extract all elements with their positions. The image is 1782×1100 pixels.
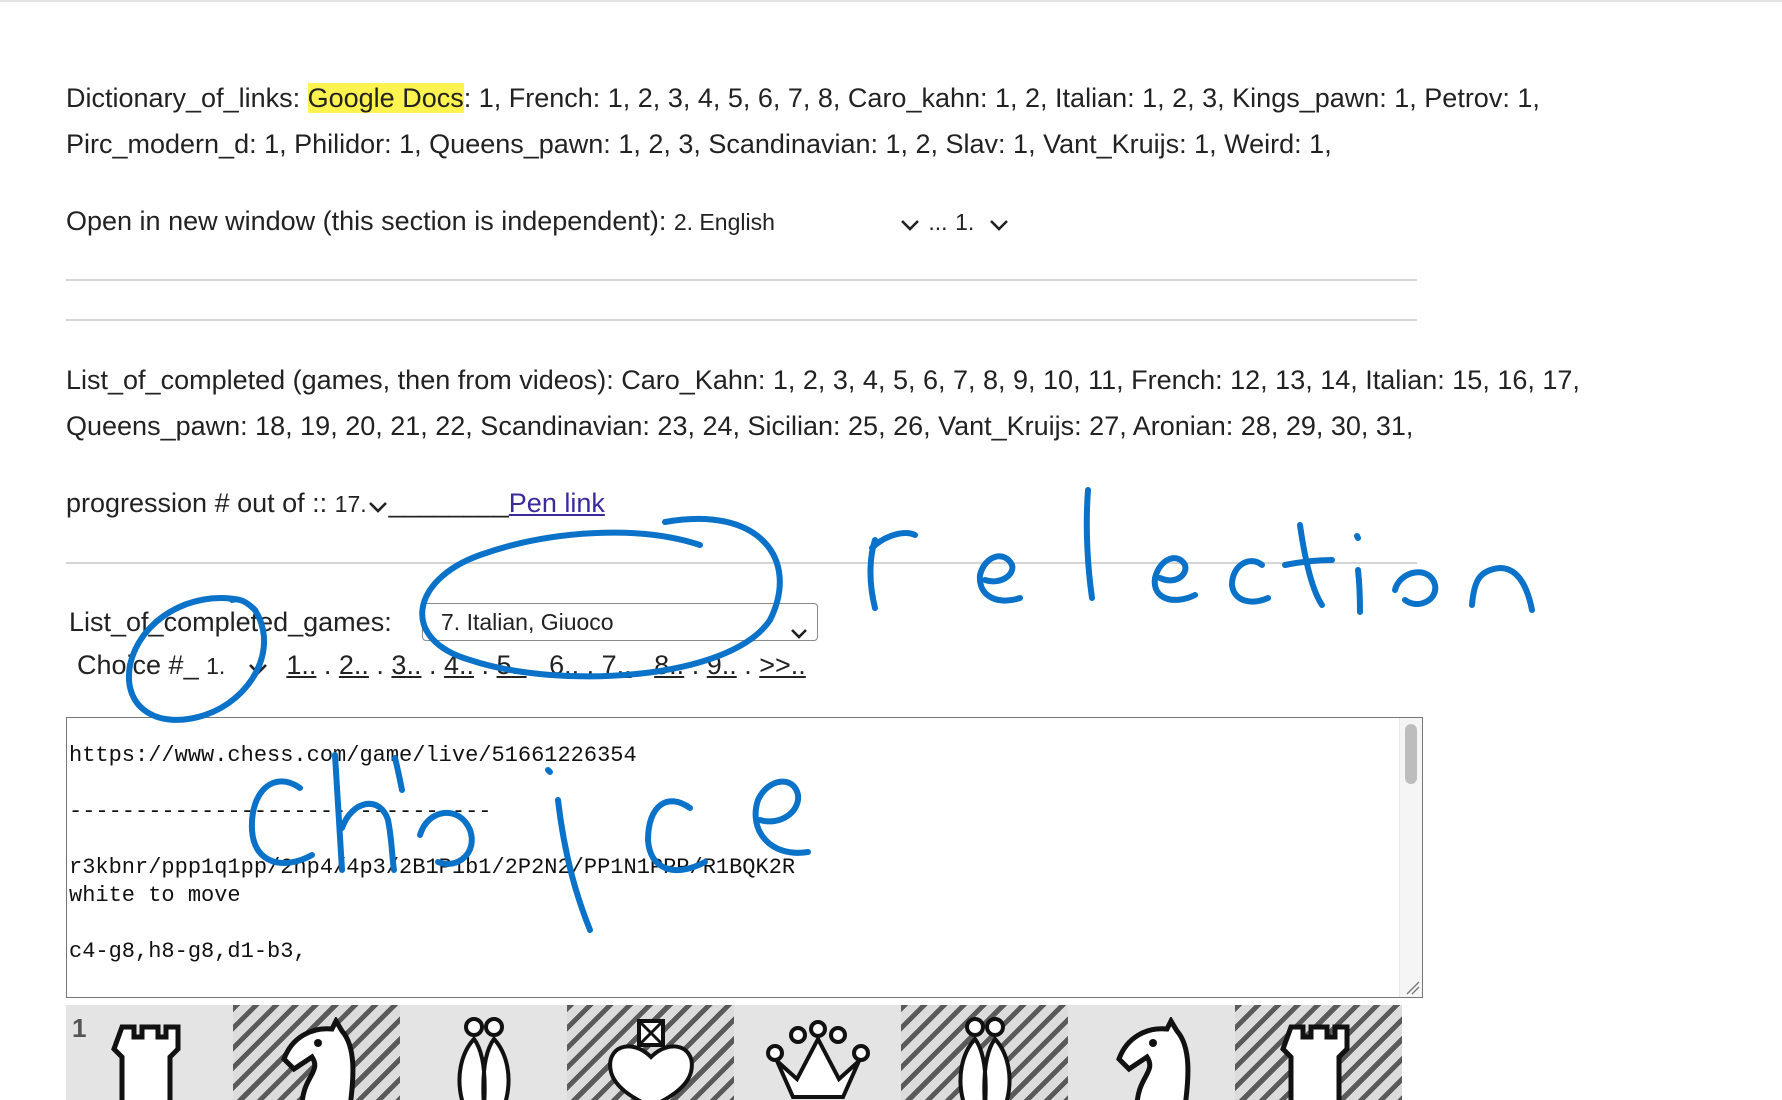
board-square[interactable]	[567, 1005, 734, 1100]
chevron-down-icon[interactable]	[247, 647, 269, 687]
dictionary-label: Dictionary_of_links:	[66, 83, 301, 113]
board-square[interactable]	[901, 1005, 1068, 1100]
textarea-scrollbar[interactable]	[1399, 718, 1422, 997]
board-square[interactable]	[233, 1005, 400, 1100]
game-notes-textarea[interactable]: https://www.chess.com/game/live/51661226…	[66, 717, 1423, 998]
dictionary-links-rest[interactable]: : 1, French: 1, 2, 3, 4, 5, 6, 7, 8, Car…	[464, 83, 1540, 113]
page-separator: .	[368, 650, 392, 680]
page-separator: .	[631, 650, 655, 680]
completed-games-select-value: 7. Italian, Giuoco	[441, 609, 614, 635]
moves-line: c4-g8,h8-g8,d1-b3,	[69, 939, 307, 964]
white-queen-icon[interactable]	[763, 1017, 873, 1100]
page-separator: .	[684, 650, 707, 680]
selection-word-mark	[867, 530, 918, 611]
board-square[interactable]	[734, 1005, 901, 1100]
progression-blank: ________	[388, 488, 509, 518]
fen-line: r3kbnr/ppp1q1pp/2np4/4p3/2B1P1b1/2P2N2/P…	[69, 855, 796, 880]
game-url-line: https://www.chess.com/game/live/51661226…	[69, 743, 637, 768]
board-square[interactable]	[1235, 1005, 1402, 1100]
google-docs-link[interactable]: Google Docs	[307, 83, 464, 113]
page-separator: .	[474, 650, 497, 680]
side-to-move-line: white to move	[69, 883, 241, 908]
white-bishop-icon[interactable]	[444, 1017, 524, 1100]
choice-row: Choice #_ 1. 1.. . 2.. . 3.. . 4.. . 5..…	[77, 645, 806, 687]
pen-link[interactable]: Pen link	[509, 488, 605, 518]
progression-label: progression # out of ::	[66, 488, 328, 518]
board-square[interactable]: 1	[66, 1005, 233, 1100]
page-separator: .	[316, 650, 339, 680]
chevron-down-icon[interactable]	[367, 482, 389, 528]
dictionary-of-links: Dictionary_of_links: Google Docs: 1, Fre…	[66, 75, 1706, 167]
white-knight-icon[interactable]	[1107, 1017, 1197, 1100]
page-link-8[interactable]: 8..	[654, 650, 684, 680]
page-link-3[interactable]: 3..	[391, 650, 421, 680]
completed-games-select[interactable]: 7. Italian, Giuoco	[422, 603, 818, 641]
white-king-icon[interactable]	[601, 1017, 701, 1100]
white-rook-icon[interactable]	[1279, 1017, 1359, 1100]
page-separator: .	[579, 650, 602, 680]
progression-row: progression # out of :: 17. ________Pen l…	[66, 480, 1706, 528]
game-number-select-value[interactable]: 1.	[955, 209, 974, 235]
chevron-down-icon[interactable]	[899, 200, 921, 246]
board-square[interactable]	[1068, 1005, 1235, 1100]
top-border	[0, 0, 1782, 2]
opening-select-value: 2. English	[673, 209, 775, 235]
chevron-down-icon[interactable]	[988, 200, 1010, 246]
open-window-row: Open in new window (this section is inde…	[66, 198, 1706, 246]
dash-separator-line: --------------------------------	[69, 799, 492, 824]
dictionary-line-2[interactable]: Pirc_modern_d: 1, Philidor: 1, Queens_pa…	[66, 121, 1706, 167]
page-separator: .	[526, 650, 550, 680]
white-bishop-icon[interactable]	[945, 1017, 1025, 1100]
divider	[66, 279, 1417, 281]
page-separator: .	[421, 650, 444, 680]
page-link-4[interactable]: 4..	[444, 650, 474, 680]
page-separator: .	[736, 650, 760, 680]
page-link-6[interactable]: 6..	[549, 650, 579, 680]
list-of-completed: List_of_completed (games, then from vide…	[66, 357, 1766, 449]
resize-grip-icon[interactable]	[1404, 979, 1420, 995]
divider	[66, 562, 1417, 564]
completed-games-label: List_of_completed_games:	[69, 607, 392, 637]
page-link-1[interactable]: 1..	[286, 650, 316, 680]
page-link-2[interactable]: 2..	[339, 650, 369, 680]
chessboard-rank-1: 1	[66, 1005, 1402, 1100]
page-link-9[interactable]: 9..	[707, 650, 737, 680]
completed-line-2[interactable]: Queens_pawn: 18, 19, 20, 21, 22, Scandin…	[66, 403, 1766, 449]
open-window-label: Open in new window (this section is inde…	[66, 206, 667, 236]
rank-label: 1	[72, 1013, 87, 1043]
page-link-5[interactable]: 5..	[497, 650, 527, 680]
choice-select-value[interactable]: 1.	[206, 653, 225, 679]
dictionary-line-1: Dictionary_of_links: Google Docs: 1, Fre…	[66, 75, 1706, 121]
progression-select-value[interactable]: 17.	[335, 491, 367, 517]
white-knight-icon[interactable]	[272, 1017, 362, 1100]
divider	[66, 319, 1417, 321]
completed-line-1[interactable]: List_of_completed (games, then from vide…	[66, 357, 1766, 403]
ellipsis: ...	[928, 209, 948, 235]
page-link-7[interactable]: 7..	[602, 650, 632, 680]
page-link-next[interactable]: >>..	[759, 650, 806, 680]
choice-label: Choice #_	[77, 650, 199, 680]
board-square[interactable]	[400, 1005, 567, 1100]
white-rook-icon[interactable]	[110, 1017, 190, 1100]
opening-select[interactable]: 2. English	[674, 198, 899, 245]
page-links: 1.. . 2.. . 3.. . 4.. . 5.. . 6.. . 7.. …	[286, 650, 805, 680]
scrollbar-thumb[interactable]	[1405, 724, 1417, 784]
